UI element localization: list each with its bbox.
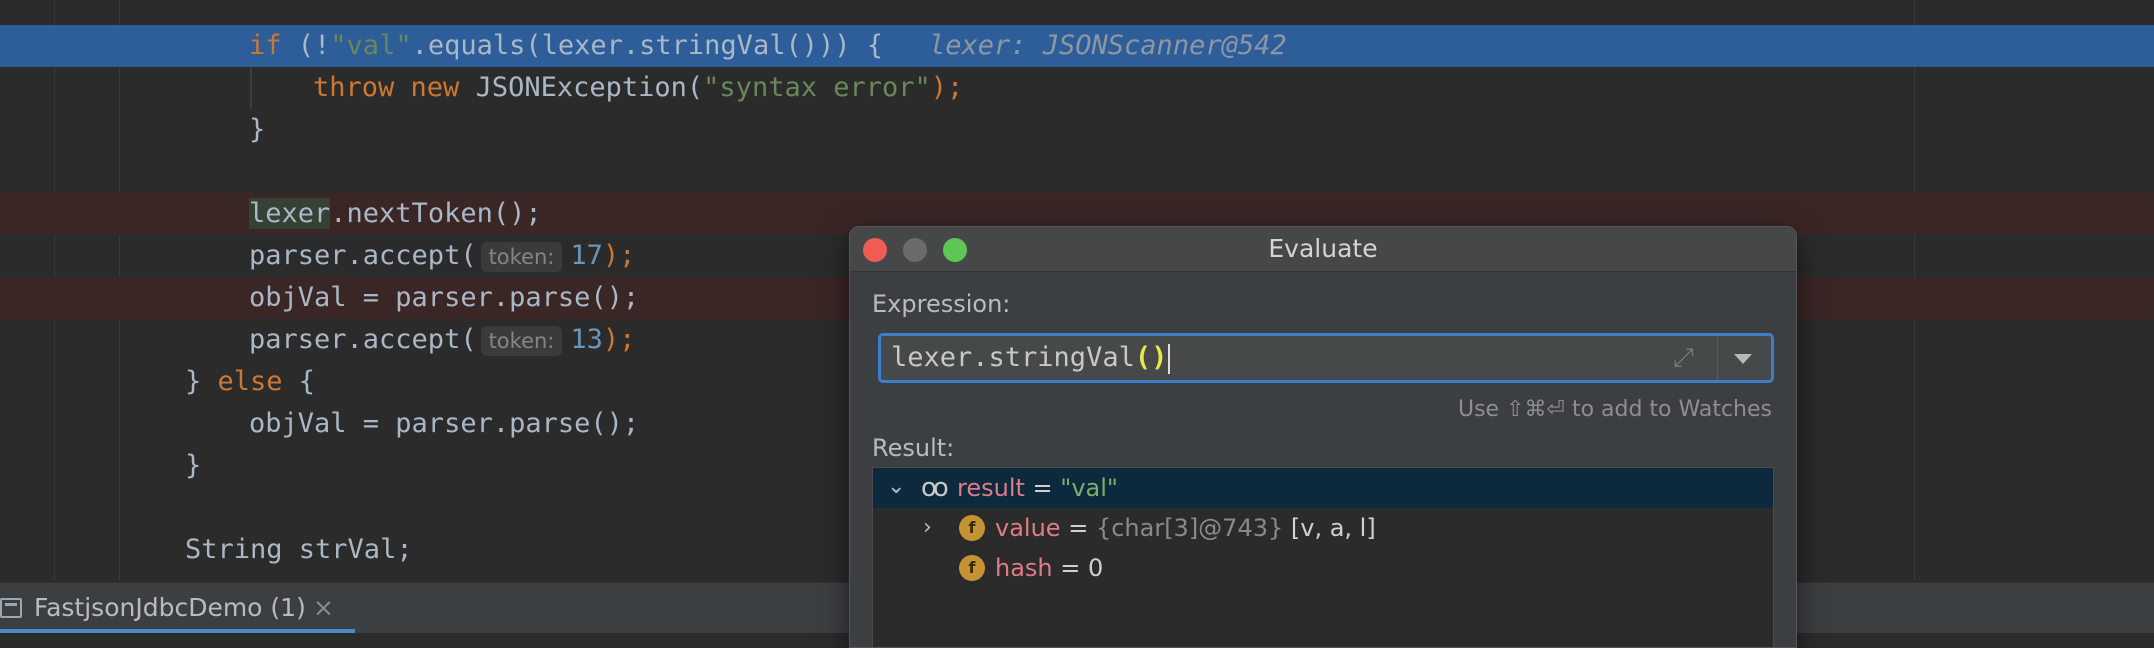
dialog-title-bar[interactable]: Evaluate	[850, 227, 1796, 272]
result-tree: ⌄ oo result = "val" › f value = {char[3]…	[872, 467, 1774, 647]
input-divider	[1717, 336, 1718, 380]
add-to-watches-hint: Use ⇧⌘⏎ to add to Watches	[1457, 397, 1772, 422]
tab-run-fastjsonjdbcdemo[interactable]: FastjsonJdbcDemo (1) ×	[0, 583, 355, 633]
keyword-if: if	[249, 30, 282, 61]
dialog-title: Evaluate	[1268, 234, 1378, 263]
expression-input[interactable]: lexer.stringVal() ⤢	[878, 333, 1774, 383]
expand-icon[interactable]: ⤢	[1673, 342, 1694, 374]
result-label: Result:	[872, 434, 955, 462]
tab-label: FastjsonJdbcDemo (1)	[34, 593, 306, 622]
code-line[interactable]: }	[0, 109, 2154, 151]
watch-glasses-icon: oo	[921, 473, 949, 503]
text-caret	[1168, 343, 1171, 374]
history-dropdown-icon[interactable]	[1734, 354, 1752, 364]
chevron-down-icon[interactable]: ⌄	[887, 467, 905, 507]
inline-debug-value: lexer: JSONScanner@542	[928, 30, 1287, 61]
result-tree-row[interactable]: f hash = 0	[873, 548, 1773, 588]
active-tab-indicator	[0, 629, 355, 633]
code-line[interactable]: throw new JSONException("syntax error");	[0, 67, 2154, 109]
evaluate-dialog: Evaluate Expression: lexer.stringVal() ⤢…	[849, 226, 1797, 648]
field-icon: f	[959, 555, 985, 581]
indent-guide	[250, 67, 252, 109]
field-icon: f	[959, 515, 985, 541]
parameter-hint: token:	[480, 325, 563, 356]
console-icon	[0, 598, 22, 618]
result-tree-row[interactable]: › f value = {char[3]@743} [v, a, l]	[873, 508, 1773, 548]
result-tree-row[interactable]: ⌄ oo result = "val"	[873, 468, 1773, 508]
parameter-hint: token:	[480, 241, 563, 272]
chevron-right-icon[interactable]: ›	[923, 508, 932, 548]
expression-label: Expression:	[872, 290, 1011, 318]
code-line-current[interactable]: if (!"val".equals(lexer.stringVal())) {l…	[0, 25, 2154, 67]
close-icon[interactable]: ×	[313, 591, 334, 625]
